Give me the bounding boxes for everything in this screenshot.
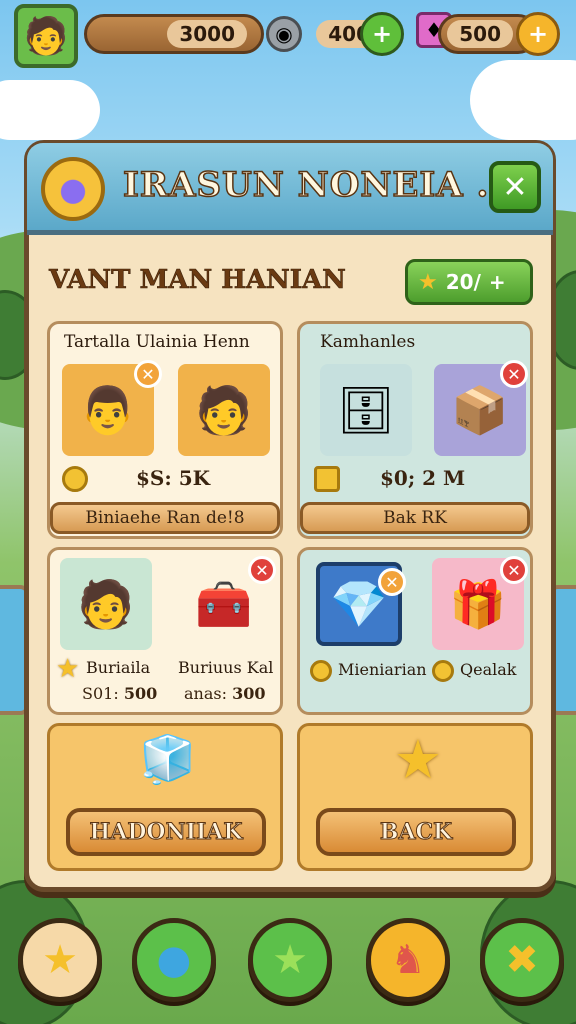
player-avatar[interactable]: 🧑 bbox=[14, 4, 78, 68]
tools-icon: ✖ bbox=[505, 937, 539, 983]
nav-tools-button[interactable]: ✖ bbox=[480, 918, 564, 1002]
close-icon: ✕ bbox=[502, 169, 528, 205]
gold-icon bbox=[310, 660, 332, 682]
items-card-right[interactable]: 💎 ✕ 🎁 ✕ Mieniarian Qealak bbox=[297, 547, 533, 715]
cost-value: 500 bbox=[123, 684, 158, 703]
card-price: $0; 2 M bbox=[380, 466, 466, 490]
gift-box-icon: 🧊 bbox=[139, 732, 197, 786]
section-title: VANT MAN HANIAN bbox=[49, 265, 346, 296]
coins-counter: 3000 bbox=[84, 14, 264, 54]
score-value: 20/ bbox=[445, 270, 481, 294]
close-button[interactable]: ✕ bbox=[489, 161, 541, 213]
remove-icon[interactable]: ✕ bbox=[500, 360, 528, 388]
primary-action-button[interactable]: HADONIIAK bbox=[66, 808, 266, 856]
item-cost: S01: 500 bbox=[82, 684, 157, 703]
nav-potion-button[interactable]: ● bbox=[132, 918, 216, 1002]
back-button[interactable]: BACK bbox=[316, 808, 516, 856]
add-icon: + bbox=[527, 20, 549, 48]
coins-value: 3000 bbox=[167, 20, 247, 48]
panel-header: IRASUN NONEIA ... ✕ bbox=[27, 143, 553, 235]
gold-icon bbox=[432, 660, 454, 682]
top-bar: 🧑 3000 ◉ 400 + ♦ 500 + bbox=[0, 0, 576, 70]
item-label: Mieniarian bbox=[338, 660, 427, 679]
remove-icon[interactable]: ✕ bbox=[248, 556, 276, 584]
star-score-button[interactable]: ★ 20/ + bbox=[405, 259, 533, 305]
tickets-value: 500 bbox=[447, 20, 513, 48]
nav-star-button[interactable]: ★ bbox=[18, 918, 102, 1002]
card-title: Tartalla Ulainia Henn bbox=[64, 332, 250, 352]
character-thumbnail[interactable]: 🧑 bbox=[60, 558, 152, 650]
machine-thumbnail[interactable]: 🗄 bbox=[320, 364, 412, 456]
star-icon: ★ bbox=[418, 269, 438, 295]
cost-value: 300 bbox=[232, 684, 266, 703]
item-label: Buriaila bbox=[86, 658, 151, 677]
people-card[interactable]: Tartalla Ulainia Henn 👨 ✕ 🧑 $S: 5K Binia… bbox=[47, 321, 283, 539]
card-action-button[interactable]: Biniaehe Ran de!8 bbox=[50, 502, 280, 534]
star-icon: ★ bbox=[56, 654, 80, 684]
item-cost: anas: 300 bbox=[184, 684, 265, 703]
items-card-left[interactable]: 🧑 🧰 ✕ ★ Buriaila Buriuus Kal S01: 500 an… bbox=[47, 547, 283, 715]
machines-card[interactable]: Kamhanles 🗄 📦 ✕ $0; 2 M Bak RK bbox=[297, 321, 533, 539]
gem-icon: ◉ bbox=[266, 16, 302, 52]
action-card-left: 🧊 HADONIIAK bbox=[47, 723, 283, 871]
character-thumbnail[interactable]: 🧑 bbox=[178, 364, 270, 456]
item-label: Qealak bbox=[460, 660, 517, 679]
coin-icon bbox=[62, 466, 88, 492]
star-icon: ★ bbox=[393, 728, 443, 791]
cost-prefix: S01: bbox=[82, 684, 119, 703]
add-icon: + bbox=[371, 20, 393, 48]
pet-icon: ♞ bbox=[390, 937, 426, 983]
item-label: Buriuus Kal bbox=[178, 658, 274, 677]
remove-icon[interactable]: ✕ bbox=[378, 568, 406, 596]
panel-title: IRASUN NONEIA ... bbox=[122, 164, 515, 206]
nav-green-star-button[interactable]: ★ bbox=[248, 918, 332, 1002]
add-icon: + bbox=[488, 270, 506, 294]
add-tickets-button[interactable]: + bbox=[516, 12, 560, 56]
remove-icon[interactable]: ✕ bbox=[134, 360, 162, 388]
potion-icon: ● bbox=[156, 937, 192, 983]
remove-icon[interactable]: ✕ bbox=[500, 556, 528, 584]
green-star-icon: ★ bbox=[272, 937, 308, 983]
card-title: Kamhanles bbox=[320, 332, 416, 352]
gem-badge-icon bbox=[41, 157, 105, 221]
action-card-right: ★ BACK bbox=[297, 723, 533, 871]
star-icon: ★ bbox=[42, 937, 78, 983]
add-gems-button[interactable]: + bbox=[360, 12, 404, 56]
cost-prefix: anas: bbox=[184, 684, 227, 703]
gold-bar-icon bbox=[314, 466, 340, 492]
card-action-button[interactable]: Bak RK bbox=[300, 502, 530, 534]
card-price: $S: 5K bbox=[136, 466, 211, 490]
shop-panel: IRASUN NONEIA ... ✕ VANT MAN HANIAN ★ 20… bbox=[24, 140, 556, 892]
nav-pet-button[interactable]: ♞ bbox=[366, 918, 450, 1002]
